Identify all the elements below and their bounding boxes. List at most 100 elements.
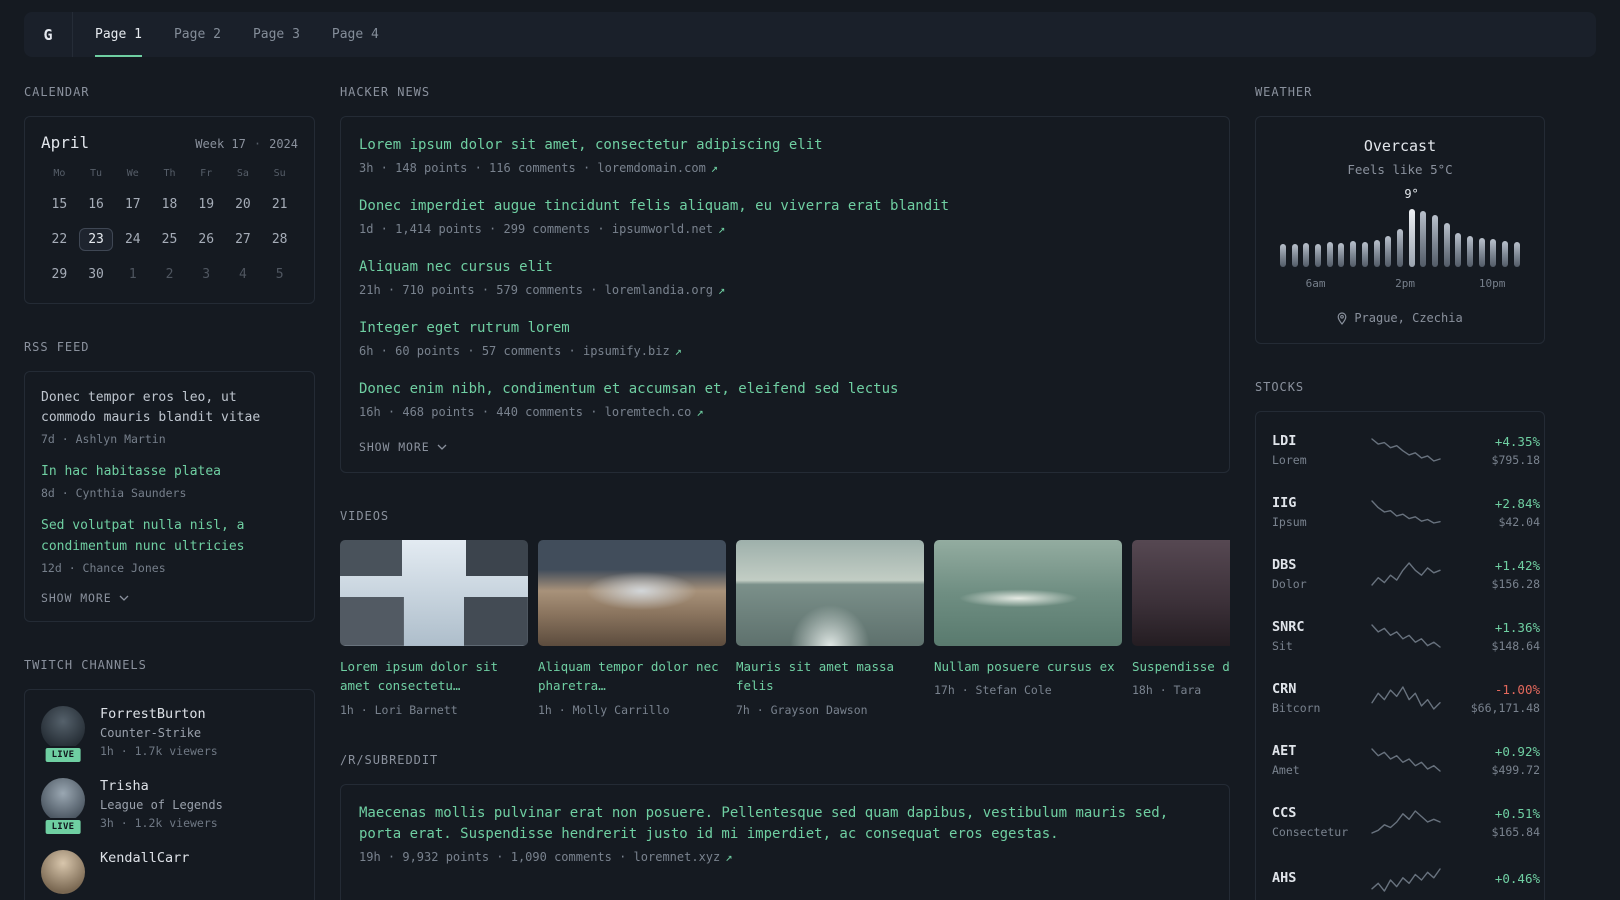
hn-show-more-button[interactable]: SHOW MORE <box>359 440 1211 454</box>
stock-row[interactable]: AHS +0.46% <box>1272 853 1540 900</box>
hn-item-stats: 21h · 710 points · 579 comments · <box>359 283 605 297</box>
source-link[interactable]: loremtech.co ↗ <box>605 405 704 419</box>
twitch-channel[interactable]: KendallCarr <box>41 849 298 894</box>
separator-dot: · <box>253 137 262 151</box>
video-title-link[interactable]: Mauris sit amet massa felis <box>736 657 924 696</box>
tab-page-2[interactable]: Page 2 <box>174 12 221 57</box>
stocks-widget: STOCKS LDI Lorem +4.35% $795.18 IIG Ipsum +… <box>1255 380 1545 900</box>
calendar-day: 30 <box>88 266 104 282</box>
stock-row[interactable]: AET Amet +0.92% $499.72 <box>1272 729 1540 791</box>
hn-item: Donec enim nibh, condimentum et accumsan… <box>359 379 1211 419</box>
tab-page-3[interactable]: Page 3 <box>253 12 300 57</box>
location-pin-icon <box>1337 311 1347 325</box>
stock-symbol: CRN <box>1272 681 1297 697</box>
stock-row[interactable]: LDI Lorem +4.35% $795.18 <box>1272 419 1540 481</box>
stock-change: +0.51% <box>1494 805 1540 821</box>
twitch-channel[interactable]: LIVE ForrestBurton Counter-Strike 1h · 1… <box>41 705 298 764</box>
avatar <box>41 849 85 894</box>
videos-widget-title: VIDEOS <box>340 509 390 523</box>
rss-item-meta: 12d · Chance Jones <box>41 560 166 575</box>
calendar-day: 5 <box>275 266 284 282</box>
calendar-day: 1 <box>128 266 137 282</box>
hn-item-stats: 3h · 148 points · 116 comments · <box>359 161 598 175</box>
video-title-link[interactable]: Nullam posuere cursus ex <box>934 657 1122 676</box>
temperature-label: 9° <box>1404 187 1419 201</box>
show-more-label: SHOW MORE <box>359 440 430 454</box>
twitch-channel[interactable]: LIVE Trisha League of Legends 3h · 1.2k … <box>41 777 298 836</box>
hn-item-link[interactable]: Integer eget rutrum lorem <box>359 318 1211 339</box>
stock-change: +4.35% <box>1494 433 1540 449</box>
source-link[interactable]: loremnet.xyz ↗ <box>634 850 733 864</box>
stock-row[interactable]: CRN Bitcorn -1.00% $66,171.48 <box>1272 667 1540 729</box>
temp-bar <box>1478 207 1485 267</box>
stock-sparkline <box>1370 747 1442 773</box>
stock-symbol: IIG <box>1272 495 1297 511</box>
source-link[interactable]: ipsumify.biz ↗ <box>583 344 682 358</box>
calendar-grid: Mo Tu We Th Fr Sa Su 15 16 17 18 19 20 21 22 23 24 25 26 27… <box>41 168 298 287</box>
source-link[interactable]: ipsumworld.net ↗ <box>612 222 725 236</box>
tab-page-4[interactable]: Page 4 <box>332 12 379 57</box>
subreddit-widget-title: /R/SUBREDDIT <box>340 752 439 767</box>
stock-row[interactable]: SNRC Sit +1.36% $148.64 <box>1272 605 1540 667</box>
video-card[interactable]: Lorem ipsum dolor sit amet consectetu… 1… <box>340 540 528 717</box>
video-card[interactable]: Suspendisse diam 18h · Tara <box>1132 540 1230 717</box>
chevron-down-icon <box>437 444 447 450</box>
stock-sparkline <box>1370 867 1442 893</box>
calendar-day: 28 <box>271 231 288 247</box>
temp-bar <box>1315 207 1322 267</box>
videos-widget: VIDEOS Lorem ipsum dolor sit amet consec… <box>340 509 1230 717</box>
logo[interactable]: G <box>24 12 72 57</box>
calendar-widget: CALENDAR April Week 17 · 2024 Mo Tu We Th Fr… <box>24 85 315 304</box>
source-link[interactable]: loremdomain.com ↗ <box>597 161 718 175</box>
external-link-icon: ↗ <box>718 222 726 236</box>
stock-price: $165.84 <box>1491 824 1540 839</box>
rss-show-more-button[interactable]: SHOW MORE <box>41 591 298 605</box>
tab-page-1[interactable]: Page 1 <box>95 12 142 57</box>
stock-change: +1.36% <box>1494 619 1540 635</box>
video-card[interactable]: Mauris sit amet massa felis 7h · Grayson… <box>736 540 924 717</box>
rss-item-link[interactable]: In hac habitasse platea <box>41 462 298 482</box>
hacker-news-card: Lorem ipsum dolor sit amet, consectetur … <box>340 116 1230 473</box>
chevron-down-icon <box>119 595 129 601</box>
channel-avatar-image <box>41 705 85 750</box>
calendar-month: April <box>41 133 90 152</box>
stock-symbol: DBS <box>1272 557 1297 573</box>
temp-bar <box>1396 207 1403 267</box>
temp-bar <box>1513 207 1520 267</box>
stock-change: -1.00% <box>1494 681 1540 697</box>
stock-row[interactable]: CCS Consectetur +0.51% $165.84 <box>1272 791 1540 853</box>
video-card[interactable]: Nullam posuere cursus ex 17h · Stefan Co… <box>934 540 1122 717</box>
stock-row[interactable]: DBS Dolor +1.42% $156.28 <box>1272 543 1540 605</box>
external-link-icon: ↗ <box>674 344 682 358</box>
hn-item: Lorem ipsum dolor sit amet, consectetur … <box>359 135 1211 175</box>
rss-item-link[interactable]: Donec tempor eros leo, ut commodo mauris… <box>41 388 298 428</box>
video-meta: 17h · Stefan Cole <box>934 683 1052 698</box>
hn-item: Donec imperdiet augue tincidunt felis al… <box>359 196 1211 236</box>
reddit-post-link[interactable]: Maecenas mollis pulvinar erat non posuer… <box>359 803 1211 845</box>
rss-item-meta: 8d · Cynthia Saunders <box>41 486 187 501</box>
video-title-link[interactable]: Suspendisse diam <box>1132 657 1230 676</box>
hn-item-link[interactable]: Lorem ipsum dolor sit amet, consectetur … <box>359 135 1211 156</box>
calendar-year: 2024 <box>269 137 298 151</box>
hn-item-link[interactable]: Donec enim nibh, condimentum et accumsan… <box>359 379 1211 400</box>
video-meta: 7h · Grayson Dawson <box>736 702 868 717</box>
hacker-news-widget-title: HACKER NEWS <box>340 85 431 99</box>
video-thumbnail <box>340 540 528 646</box>
stock-row[interactable]: IIG Ipsum +2.84% $42.04 <box>1272 481 1540 543</box>
weather-card: Overcast Feels like 5°C 9° 6am 2pm 10pm … <box>1255 116 1545 344</box>
channel-avatar-image <box>41 777 85 822</box>
video-title-link[interactable]: Aliquam tempor dolor nec pharetra… <box>538 657 726 696</box>
temp-bar <box>1350 207 1357 267</box>
video-card[interactable]: Aliquam tempor dolor nec pharetra… 1h · … <box>538 540 726 717</box>
calendar-card: April Week 17 · 2024 Mo Tu We Th Fr Sa Su 15 16 1… <box>24 116 315 304</box>
video-title-link[interactable]: Lorem ipsum dolor sit amet consectetu… <box>340 657 528 696</box>
twitch-widget: TWITCH CHANNELS LIVE ForrestBurton Count… <box>24 658 315 900</box>
source-link[interactable]: loremlandia.org ↗ <box>605 283 726 297</box>
hn-item-link[interactable]: Donec imperdiet augue tincidunt felis al… <box>359 196 1211 217</box>
rss-item-link[interactable]: Sed volutpat nulla nisl, a condimentum n… <box>41 516 298 556</box>
video-meta: 1h · Molly Carrillo <box>538 702 670 717</box>
hn-item-link[interactable]: Aliquam nec cursus elit <box>359 257 1211 278</box>
hn-item: Integer eget rutrum lorem 6h · 60 points… <box>359 318 1211 358</box>
weather-widget: WEATHER Overcast Feels like 5°C 9° 6am 2… <box>1255 85 1545 344</box>
calendar-weekday: Sa <box>236 168 249 179</box>
